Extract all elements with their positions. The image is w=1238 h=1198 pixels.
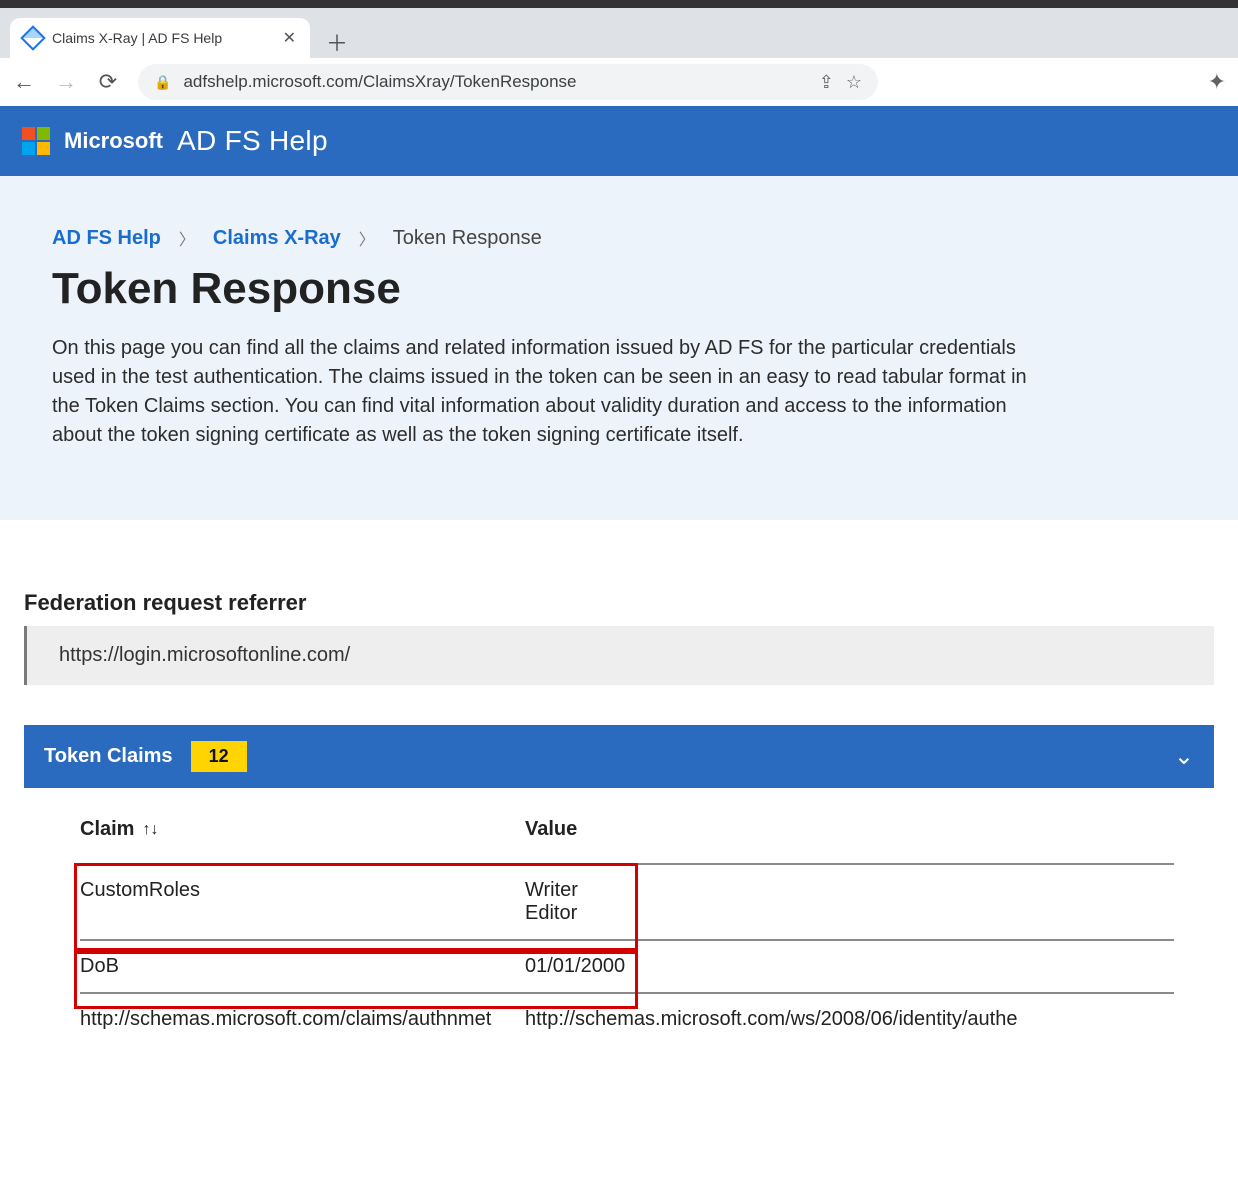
chevron-right-icon: 〉 xyxy=(359,226,375,250)
address-bar[interactable]: 🔒 adfshelp.microsoft.com/ClaimsXray/Toke… xyxy=(138,64,878,100)
chevron-right-icon: 〉 xyxy=(179,226,195,250)
tab-strip: Claims X-Ray | AD FS Help ✕ ＋ xyxy=(0,8,1238,58)
brand-label: Microsoft xyxy=(64,128,163,154)
breadcrumb-link-claimsxray[interactable]: Claims X-Ray xyxy=(213,227,341,250)
table-row: http://schemas.microsoft.com/claims/auth… xyxy=(80,994,1174,1045)
chevron-down-icon: ⌄ xyxy=(1174,742,1194,771)
url-text: adfshelp.microsoft.com/ClaimsXray/TokenR… xyxy=(183,72,576,92)
sort-icon[interactable]: ↑↓ xyxy=(142,821,158,839)
app-header: Microsoft AD FS Help xyxy=(0,106,1238,176)
breadcrumb-current: Token Response xyxy=(393,227,542,250)
table-row: DoB 01/01/2000 xyxy=(80,941,1174,994)
panel-title: Token Claims xyxy=(44,745,173,768)
favicon-icon xyxy=(20,25,45,50)
cell-value: Writer Editor xyxy=(525,879,1174,925)
forward-button[interactable]: → xyxy=(54,69,78,95)
cell-claim: CustomRoles xyxy=(80,879,525,925)
cell-value: 01/01/2000 xyxy=(525,955,1174,978)
browser-chrome: Claims X-Ray | AD FS Help ✕ ＋ xyxy=(0,0,1238,58)
table-row: CustomRoles Writer Editor xyxy=(80,865,1174,941)
breadcrumb: AD FS Help 〉 Claims X-Ray 〉 Token Respon… xyxy=(52,226,1186,250)
browser-toolbar: ← → ⟳ 🔒 adfshelp.microsoft.com/ClaimsXra… xyxy=(0,58,1238,106)
token-claims-panel-header[interactable]: Token Claims 12 ⌄ xyxy=(24,725,1214,788)
browser-tab[interactable]: Claims X-Ray | AD FS Help ✕ xyxy=(10,18,310,58)
hero-section: AD FS Help 〉 Claims X-Ray 〉 Token Respon… xyxy=(0,176,1238,520)
new-tab-button[interactable]: ＋ xyxy=(320,26,354,58)
claims-table: Claim ↑↓ Value CustomRoles Writer Editor… xyxy=(80,818,1174,1045)
column-header-claim[interactable]: Claim ↑↓ xyxy=(80,818,525,841)
cell-claim: http://schemas.microsoft.com/claims/auth… xyxy=(80,1008,525,1031)
column-header-value[interactable]: Value xyxy=(525,818,1174,841)
close-tab-icon[interactable]: ✕ xyxy=(283,28,296,48)
column-header-claim-label: Claim xyxy=(80,818,134,841)
cell-value: http://schemas.microsoft.com/ws/2008/06/… xyxy=(525,1008,1174,1031)
reload-button[interactable]: ⟳ xyxy=(96,69,120,95)
cell-claim: DoB xyxy=(80,955,525,978)
claims-count-badge: 12 xyxy=(191,741,247,772)
lock-icon: 🔒 xyxy=(154,74,171,91)
extensions-icon[interactable]: ✦ xyxy=(1208,69,1226,95)
tab-title: Claims X-Ray | AD FS Help xyxy=(52,30,273,46)
share-icon[interactable]: ⇪ xyxy=(819,72,834,93)
bookmark-icon[interactable]: ☆ xyxy=(846,72,862,93)
microsoft-logo-icon xyxy=(22,127,50,155)
referrer-value: https://login.microsoftonline.com/ xyxy=(24,626,1214,685)
product-label: AD FS Help xyxy=(177,125,328,157)
main-content: Federation request referrer https://logi… xyxy=(0,520,1238,1065)
back-button[interactable]: ← xyxy=(12,69,36,95)
page-title: Token Response xyxy=(52,264,1186,314)
referrer-label: Federation request referrer xyxy=(24,590,1214,616)
breadcrumb-link-root[interactable]: AD FS Help xyxy=(52,227,161,250)
page-description: On this page you can find all the claims… xyxy=(52,334,1052,450)
table-header: Claim ↑↓ Value xyxy=(80,818,1174,865)
